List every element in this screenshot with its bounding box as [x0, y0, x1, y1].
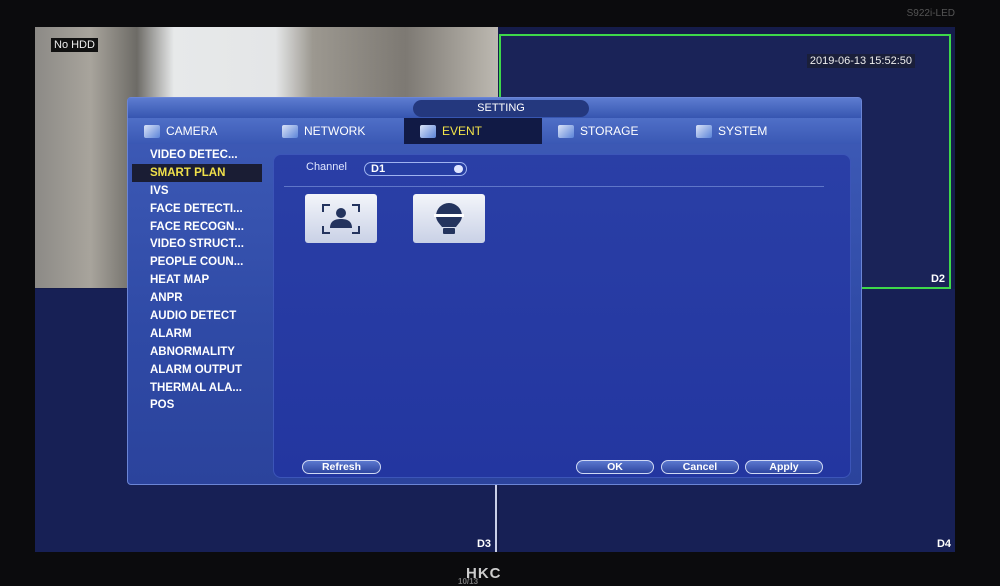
sidebar-item[interactable]: FACE DETECTI... — [132, 200, 266, 218]
apply-button[interactable]: Apply — [745, 460, 823, 474]
tab-label: SYSTEM — [718, 124, 768, 138]
sidebar-item[interactable]: IVS — [132, 182, 266, 200]
monitor-model-label: S922i-LED — [906, 8, 955, 19]
tab-label: NETWORK — [304, 124, 366, 138]
network-icon — [282, 124, 298, 138]
tab-label: STORAGE — [580, 124, 639, 138]
sidebar-item[interactable]: HEAT MAP — [132, 271, 266, 289]
tab-bar: CAMERA NETWORK EVENT STORAGE SYSTEM — [128, 118, 861, 144]
timestamp: 2019-06-13 15:52:50 — [806, 54, 915, 68]
event-sidebar: VIDEO DETEC... SMART PLAN IVS FACE DETECTI.… — [132, 146, 266, 414]
smart-plan-panel: Channel D1 Refresh OK Cancel Apply — [273, 154, 851, 478]
refresh-button[interactable]: Refresh — [302, 460, 381, 474]
title-bar: SETTING — [128, 98, 861, 118]
channel-label: Channel — [306, 161, 347, 173]
sidebar-item[interactable]: POS — [132, 396, 266, 414]
view-label: D2 — [930, 273, 945, 285]
view-label: D3 — [476, 538, 491, 550]
sidebar-item[interactable]: THERMAL ALA... — [132, 379, 266, 397]
storage-icon — [558, 124, 574, 138]
chevron-down-icon — [454, 165, 463, 173]
tab-event[interactable]: EVENT — [404, 118, 542, 144]
system-icon — [696, 124, 712, 138]
sidebar-item[interactable]: SMART PLAN — [132, 163, 262, 182]
tab-network[interactable]: NETWORK — [266, 118, 404, 144]
sidebar-item[interactable]: VIDEO STRUCT... — [132, 235, 266, 253]
sidebar-item[interactable]: FACE RECOGN... — [132, 218, 266, 236]
view-label: D4 — [936, 538, 951, 550]
divider — [284, 186, 824, 187]
face-detection-plan-button[interactable] — [305, 194, 377, 243]
tab-label: EVENT — [442, 124, 483, 138]
sidebar-item[interactable]: PEOPLE COUN... — [132, 253, 266, 271]
no-hdd-badge: No HDD — [51, 38, 98, 52]
tab-camera[interactable]: CAMERA — [128, 118, 266, 144]
sidebar-item[interactable]: ABNORMALITY — [132, 343, 266, 361]
ivs-plan-button[interactable] — [413, 194, 485, 243]
tab-storage[interactable]: STORAGE — [542, 118, 680, 144]
channel-value: D1 — [371, 163, 386, 175]
sidebar-item[interactable]: ANPR — [132, 289, 266, 307]
channel-select[interactable]: D1 — [364, 162, 467, 176]
sidebar-item[interactable]: ALARM — [132, 325, 266, 343]
tab-label: CAMERA — [166, 124, 218, 138]
sidebar-item[interactable]: AUDIO DETECT — [132, 307, 266, 325]
dialog-title: SETTING — [413, 100, 589, 117]
ok-button[interactable]: OK — [576, 460, 654, 474]
face-detection-icon — [322, 203, 360, 234]
sidebar-item[interactable]: ALARM OUTPUT — [132, 361, 266, 379]
cancel-button[interactable]: Cancel — [661, 460, 739, 474]
ivs-bulb-icon — [434, 202, 464, 234]
setting-dialog: SETTING CAMERA NETWORK EVENT STORAGE SYS… — [127, 97, 862, 485]
tab-system[interactable]: SYSTEM — [680, 118, 818, 144]
sidebar-item[interactable]: VIDEO DETEC... — [132, 146, 266, 164]
event-icon — [420, 124, 436, 138]
camera-icon — [144, 124, 160, 138]
